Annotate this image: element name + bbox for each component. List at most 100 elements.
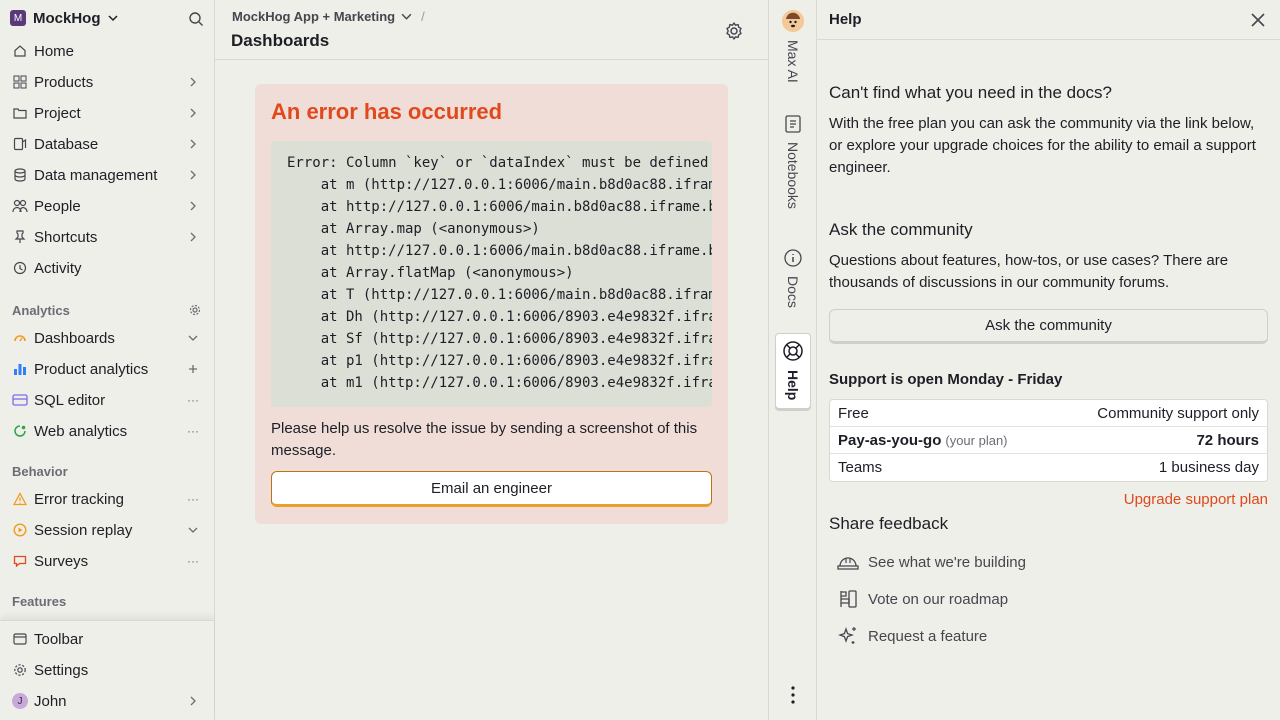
chevron-right-icon bbox=[186, 199, 200, 213]
chevron-right-icon bbox=[186, 75, 200, 89]
roadmap-icon bbox=[837, 588, 859, 610]
feedback-label: Vote on our roadmap bbox=[868, 590, 1009, 608]
chevron-right-icon bbox=[186, 168, 200, 182]
nav-surveys[interactable]: Surveys ··· bbox=[0, 547, 214, 575]
nav-shortcuts[interactable]: Shortcuts bbox=[0, 223, 214, 251]
search-icon[interactable] bbox=[188, 11, 204, 27]
stack-line: at p1 (http://127.0.0.1:6006/8903.e4e983… bbox=[320, 353, 712, 369]
bar-chart-icon bbox=[12, 361, 28, 377]
plan-name: Pay-as-you-go bbox=[838, 431, 942, 449]
tab-label: Max AI bbox=[785, 40, 801, 83]
more-icon[interactable]: ··· bbox=[186, 393, 200, 407]
plan-name: Teams bbox=[838, 459, 883, 476]
feedback-request-link[interactable]: Request a feature bbox=[837, 625, 987, 647]
nav-database[interactable]: Database bbox=[0, 130, 214, 158]
nav-settings[interactable]: Settings bbox=[0, 656, 214, 684]
database-icon bbox=[12, 136, 28, 152]
gear-icon bbox=[12, 662, 28, 678]
dashboard-icon bbox=[12, 330, 28, 346]
support-plans-table: Free Community support only Pay-as-you-g… bbox=[829, 399, 1268, 482]
nav-products[interactable]: Products bbox=[0, 68, 214, 96]
chevron-down-icon[interactable] bbox=[186, 331, 200, 345]
warning-icon bbox=[12, 491, 28, 507]
more-vertical-icon[interactable] bbox=[786, 684, 800, 706]
nav-web-analytics[interactable]: Web analytics ··· bbox=[0, 417, 214, 445]
nav-sql-editor[interactable]: SQL editor ··· bbox=[0, 386, 214, 414]
nav-home[interactable]: Home bbox=[0, 37, 214, 65]
upgrade-support-link[interactable]: Upgrade support plan bbox=[1124, 491, 1268, 508]
nav-activity[interactable]: Activity bbox=[0, 254, 214, 282]
plan-name: Free bbox=[838, 404, 869, 422]
replay-icon bbox=[12, 522, 28, 538]
chevron-down-icon[interactable] bbox=[401, 11, 412, 22]
org-name: MockHog bbox=[33, 9, 101, 27]
nav-error-tracking[interactable]: Error tracking ··· bbox=[0, 485, 214, 513]
section-features-label: Features bbox=[12, 594, 67, 609]
plus-icon[interactable] bbox=[186, 362, 200, 376]
gear-icon[interactable] bbox=[724, 21, 744, 41]
chevron-down-icon[interactable] bbox=[186, 523, 200, 537]
nav-label: Error tracking bbox=[34, 490, 125, 508]
notebook-icon bbox=[785, 115, 801, 133]
help-title: Help bbox=[829, 11, 862, 28]
sql-icon bbox=[12, 392, 28, 408]
org-switcher[interactable]: M MockHog bbox=[0, 0, 214, 36]
tab-label: Docs bbox=[785, 276, 801, 308]
plan-response: Community support only bbox=[1097, 404, 1259, 422]
folder-icon bbox=[12, 105, 28, 121]
nav-session-replay[interactable]: Session replay bbox=[0, 516, 214, 544]
page-header: MockHog App + Marketing / Dashboards bbox=[215, 0, 768, 60]
chevron-right-icon bbox=[186, 106, 200, 120]
nav-project[interactable]: Project bbox=[0, 99, 214, 127]
stack-line: at http://127.0.0.1:6006/main.b8d0ac88.i… bbox=[320, 199, 712, 215]
toolbar-icon bbox=[12, 631, 28, 647]
gear-icon[interactable] bbox=[189, 304, 201, 316]
error-title: An error has occurred bbox=[271, 99, 503, 124]
current-plan-note: (your plan) bbox=[945, 432, 1008, 448]
max-hedgehog-icon bbox=[782, 10, 804, 32]
user-name: John bbox=[34, 692, 67, 710]
nav-toolbar[interactable]: Toolbar bbox=[0, 625, 214, 653]
email-engineer-button[interactable]: Email an engineer bbox=[271, 471, 712, 507]
stack-line: at T (http://127.0.0.1:6006/main.b8d0ac8… bbox=[320, 287, 712, 303]
docs-text: With the free plan you can ask the commu… bbox=[829, 115, 1256, 176]
nav-label: Dashboards bbox=[34, 329, 115, 347]
tab-max-ai[interactable]: Max AI bbox=[777, 10, 809, 83]
nav-label: Activity bbox=[34, 259, 82, 277]
more-icon[interactable]: ··· bbox=[186, 424, 200, 438]
close-icon[interactable] bbox=[1249, 11, 1267, 29]
nav-product-analytics[interactable]: Product analytics bbox=[0, 355, 214, 383]
nav-label: People bbox=[34, 197, 81, 215]
data-icon bbox=[12, 167, 28, 183]
info-icon bbox=[784, 249, 802, 267]
breadcrumb: MockHog App + Marketing / bbox=[232, 9, 425, 24]
nav-dashboards[interactable]: Dashboards bbox=[0, 324, 214, 352]
sidebar: M MockHog Home Products Project Database… bbox=[0, 0, 215, 720]
nav-label: Product analytics bbox=[34, 360, 149, 378]
tab-docs[interactable]: Docs bbox=[777, 248, 809, 308]
more-icon[interactable]: ··· bbox=[186, 554, 200, 568]
page-title: Dashboards bbox=[231, 31, 330, 50]
feedback-building-link[interactable]: See what we're building bbox=[837, 551, 1026, 573]
plan-response: 1 business day bbox=[1158, 459, 1259, 476]
nav-people[interactable]: People bbox=[0, 192, 214, 220]
help-panel: Help Can't find what you need in the doc… bbox=[817, 0, 1280, 720]
ask-community-button[interactable]: Ask the community bbox=[829, 309, 1268, 344]
breadcrumb-project[interactable]: MockHog App + Marketing bbox=[232, 9, 395, 24]
nav-data-management[interactable]: Data management bbox=[0, 161, 214, 189]
feedback-heading: Share feedback bbox=[829, 514, 949, 533]
tab-notebooks[interactable]: Notebooks bbox=[777, 114, 809, 209]
nav-label: Surveys bbox=[34, 552, 89, 570]
feedback-roadmap-link[interactable]: Vote on our roadmap bbox=[837, 588, 1008, 610]
community-heading: Ask the community bbox=[829, 220, 973, 239]
stack-line: Error: Column `key` or `dataIndex` must … bbox=[287, 155, 709, 171]
user-menu[interactable]: J John bbox=[0, 687, 214, 715]
tab-help[interactable]: Help bbox=[775, 333, 811, 410]
more-icon[interactable]: ··· bbox=[186, 492, 200, 506]
nav-label: SQL editor bbox=[34, 391, 106, 409]
tab-label: Notebooks bbox=[785, 142, 801, 209]
stack-line: at Sf (http://127.0.0.1:6006/8903.e4e983… bbox=[320, 331, 712, 347]
clock-icon bbox=[12, 260, 28, 276]
error-stack-trace: Error: Column `key` or `dataIndex` must … bbox=[271, 141, 712, 407]
chevron-right-icon bbox=[186, 230, 200, 244]
